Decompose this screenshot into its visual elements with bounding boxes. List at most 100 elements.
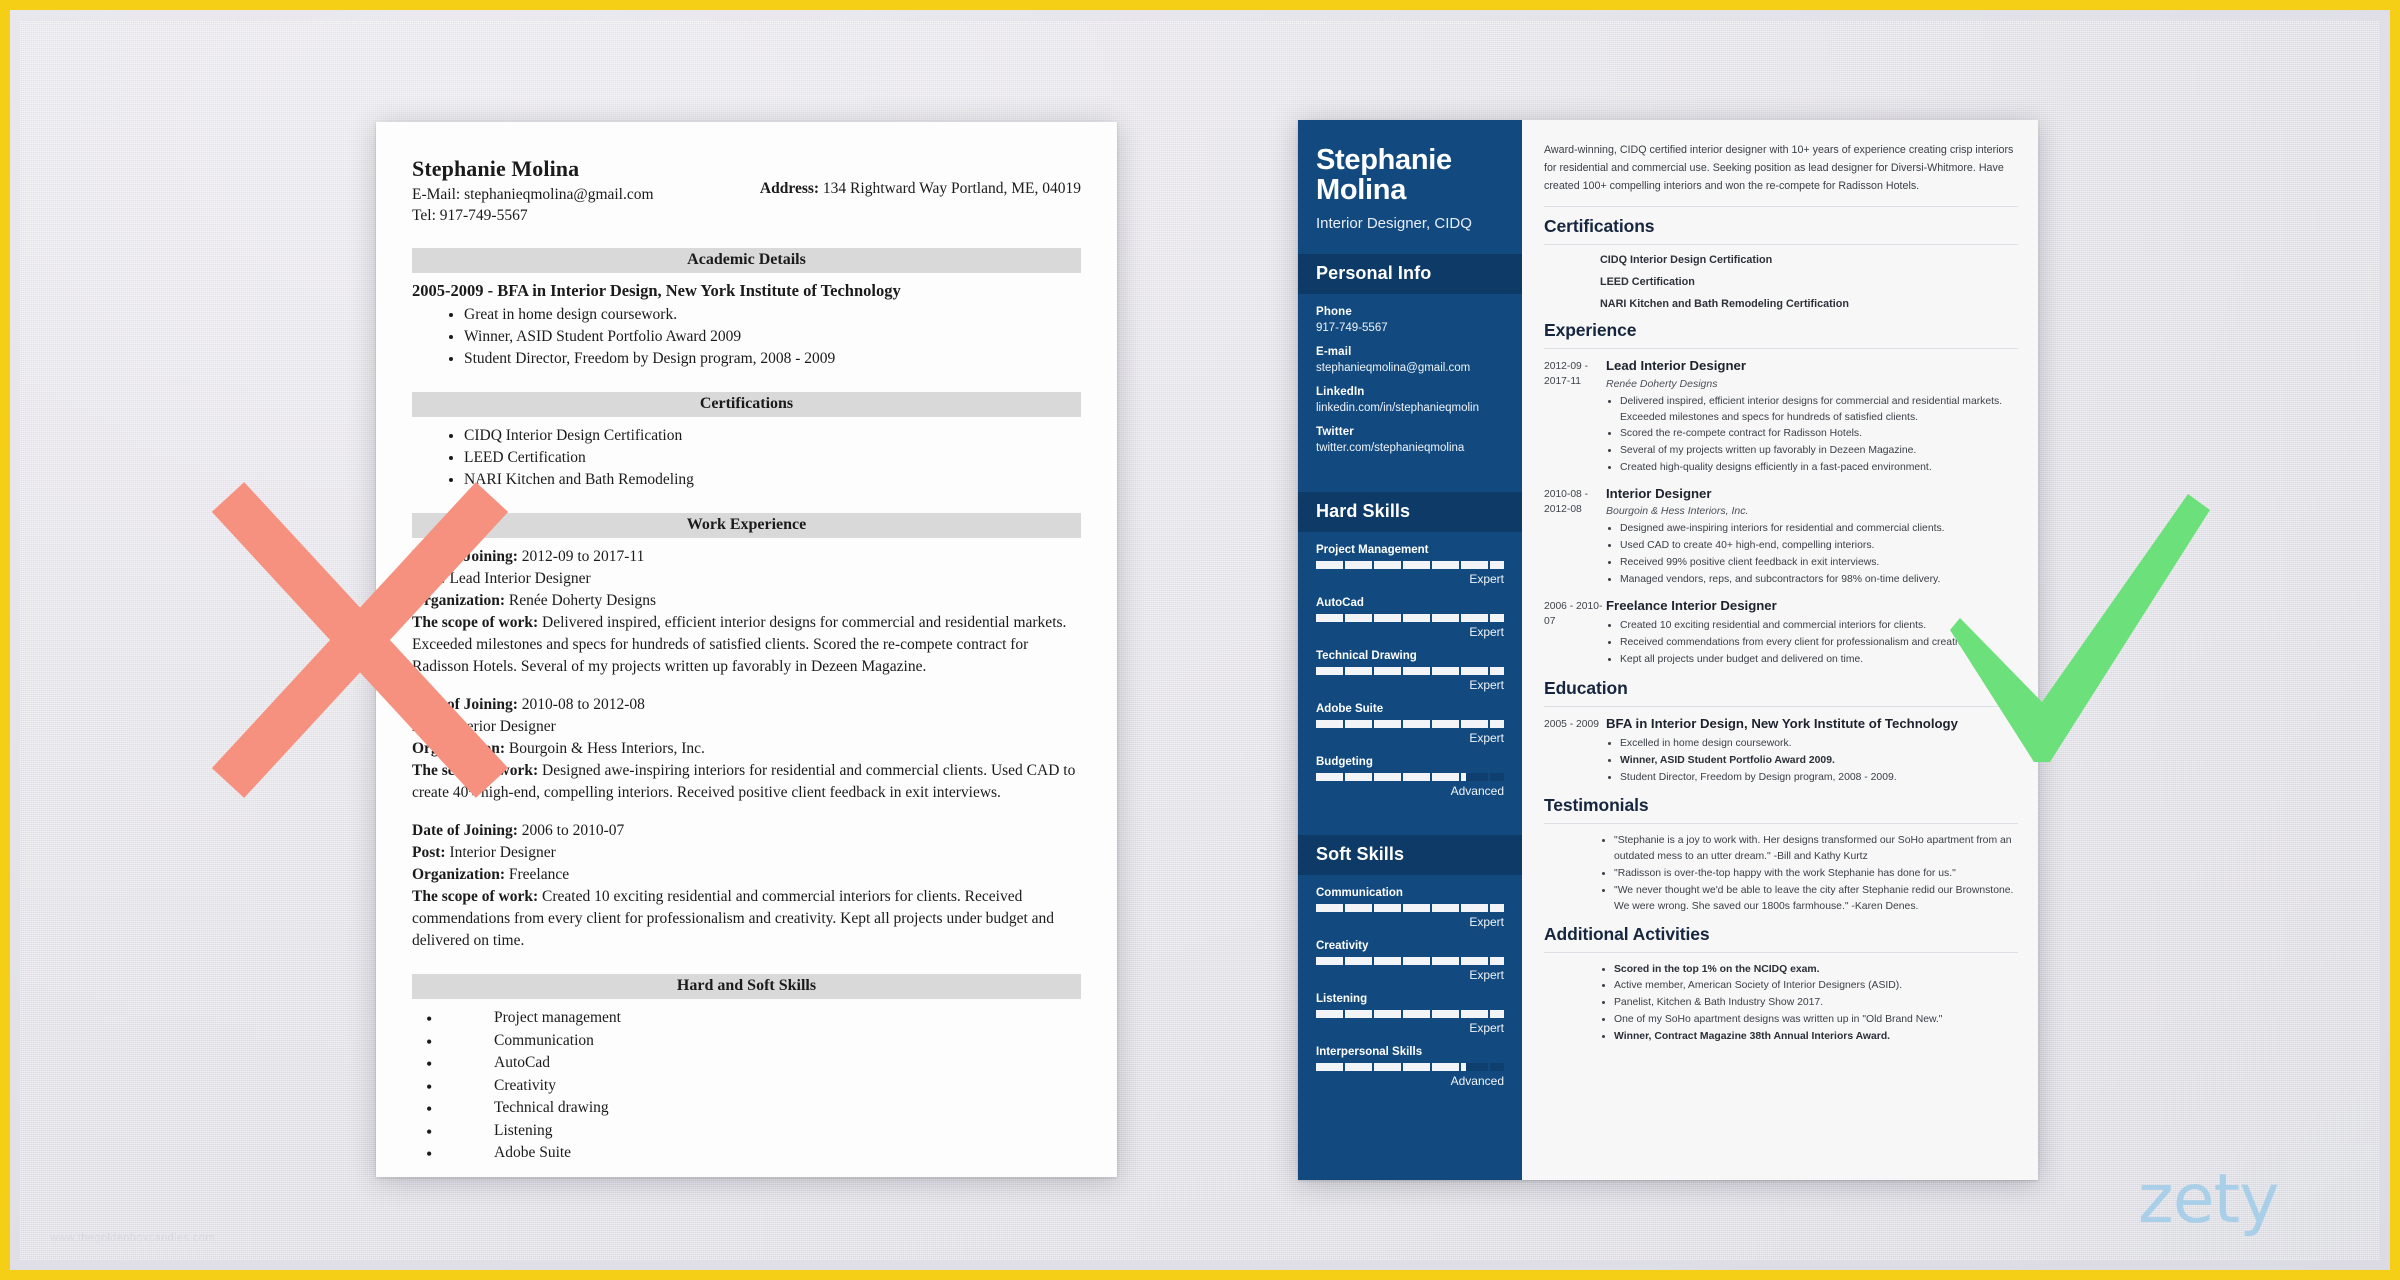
left-degree-line: 2005-2009 - BFA in Interior Design, New … bbox=[412, 281, 901, 301]
resume-main-column: Award-winning, CIDQ certified interior d… bbox=[1522, 120, 2038, 1180]
skill-fill bbox=[1316, 1009, 1504, 1018]
skill-bar-row: Interpersonal Skills Advanced bbox=[1316, 1046, 1504, 1088]
right-job-title: Interior Designer, CIDQ bbox=[1316, 214, 1472, 232]
screenshot-frame: Stephanie Molina E-Mail: stephanieqmolin… bbox=[0, 0, 2400, 1280]
contact-field: Twitter twitter.com/stephanieqmolina bbox=[1316, 426, 1504, 454]
left-address-value: 134 Rightward Way Portland, ME, 04019 bbox=[822, 180, 1081, 197]
section-header-experience: Experience bbox=[1544, 320, 1637, 341]
list-item: Scored in the top 1% on the NCIDQ exam. bbox=[1614, 962, 2018, 978]
divider bbox=[1544, 348, 2018, 350]
right-name-line1: Stephanie bbox=[1316, 144, 1452, 176]
skill-name: Adobe Suite bbox=[1316, 702, 1384, 715]
list-item: CIDQ Interior Design Certification bbox=[1600, 254, 1773, 267]
field-value[interactable]: twitter.com/stephanieqmolina bbox=[1316, 442, 1504, 454]
left-candidate-name: Stephanie Molina bbox=[412, 156, 580, 181]
bad-resume-document[interactable]: Stephanie Molina E-Mail: stephanieqmolin… bbox=[376, 122, 1117, 1177]
zety-logo: zety bbox=[2138, 1160, 2279, 1239]
entry-title: Interior Designer bbox=[1606, 485, 1712, 501]
list-item: Panelist, Kitchen & Bath Industry Show 2… bbox=[1614, 995, 2018, 1011]
experience-entry: 2006 - 2010-07 Freelance Interior Design… bbox=[1544, 598, 2018, 669]
field-value[interactable]: linkedin.com/in/stephanieqmolin bbox=[1316, 402, 1504, 414]
label-post: Post: bbox=[412, 844, 446, 862]
professional-summary: Award-winning, CIDQ certified interior d… bbox=[1544, 144, 2014, 192]
skill-track bbox=[1316, 1009, 1504, 1018]
field-value: 917-749-5567 bbox=[1316, 321, 1388, 334]
skill-level: Expert bbox=[1469, 730, 1504, 745]
list-item: "We never thought we'd be able to leave … bbox=[1614, 883, 2018, 915]
skill-level: Expert bbox=[1469, 571, 1504, 586]
section-header-additional-activities: Additional Activities bbox=[1544, 923, 1710, 944]
left-job-entry: Date of Joining: 2012-09 to 2017-11 Post… bbox=[412, 546, 1081, 678]
left-phone: Tel: 917-749-5567 bbox=[412, 206, 528, 224]
entry-date: 2012-09 - 2017-11 bbox=[1544, 361, 1589, 388]
skill-level: Expert bbox=[1469, 967, 1504, 982]
list-item: Winner, ASID Student Portfolio Award 200… bbox=[464, 326, 1081, 348]
list-item: "Radisson is over-the-top happy with the… bbox=[1614, 866, 2018, 882]
divider bbox=[1544, 206, 2018, 208]
skill-level: Expert bbox=[1469, 624, 1504, 639]
entry-bullets: Delivered inspired, efficient interior d… bbox=[1606, 394, 2018, 476]
list-item: Communication bbox=[426, 1029, 1081, 1056]
skill-fill bbox=[1316, 1062, 1467, 1071]
divider bbox=[1544, 951, 2018, 953]
field-label: Phone bbox=[1316, 305, 1352, 318]
section-header-education: Education bbox=[1544, 677, 1628, 698]
skill-fill bbox=[1316, 719, 1504, 728]
section-header-testimonials: Testimonials bbox=[1544, 795, 1649, 816]
left-job-org: Freelance bbox=[508, 866, 570, 884]
left-job-post: Interior Designer bbox=[449, 718, 556, 736]
label-scope: The scope of work: bbox=[412, 888, 539, 906]
list-item: Received 99% positive client feedback in… bbox=[1620, 555, 2018, 571]
field-label: LinkedIn bbox=[1316, 385, 1365, 398]
divider bbox=[1544, 705, 2018, 707]
left-address: Address: 134 Rightward Way Portland, ME,… bbox=[760, 156, 1081, 198]
left-job-org: Renée Doherty Designs bbox=[508, 592, 657, 610]
skill-level: Expert bbox=[1469, 914, 1504, 929]
entry-title: Freelance Interior Designer bbox=[1606, 597, 1777, 613]
label-org: Organization: bbox=[412, 866, 505, 884]
list-item: "Stephanie is a joy to work with. Her de… bbox=[1614, 833, 2018, 865]
left-contact-block: Stephanie Molina E-Mail: stephanieqmolin… bbox=[412, 156, 654, 226]
skill-fill bbox=[1316, 560, 1504, 569]
list-item: Kept all projects under budget and deliv… bbox=[1620, 652, 2018, 668]
left-certification-bullets: CIDQ Interior Design Certification LEED … bbox=[412, 425, 1081, 491]
resume-sidebar: Stephanie Molina Interior Designer, CIDQ… bbox=[1298, 120, 1522, 1180]
list-item: Delivered inspired, efficient interior d… bbox=[1620, 394, 2018, 426]
left-job-entry: Date of Joining: 2006 to 2010-07 Post: I… bbox=[412, 820, 1081, 952]
skill-track bbox=[1316, 1062, 1504, 1071]
divider bbox=[1544, 823, 2018, 825]
left-academic-bullets: Great in home design coursework. Winner,… bbox=[412, 304, 1081, 370]
section-header-certifications: Certifications bbox=[1544, 216, 1655, 237]
list-item: CIDQ Interior Design Certification bbox=[464, 425, 1081, 447]
skill-fill bbox=[1316, 956, 1504, 965]
list-item: NARI Kitchen and Bath Remodeling Certifi… bbox=[1600, 298, 1849, 311]
skill-track bbox=[1316, 719, 1504, 728]
skill-bar-row: Listening Expert bbox=[1316, 993, 1504, 1035]
label-scope: The scope of work: bbox=[412, 614, 539, 632]
skill-bar-row: Project Management Expert bbox=[1316, 544, 1504, 586]
label-post: Post: bbox=[412, 718, 446, 736]
field-label: E-mail bbox=[1316, 345, 1352, 358]
skill-bar-row: AutoCad Expert bbox=[1316, 597, 1504, 639]
contact-field: E-mail stephanieqmolina@gmail.com bbox=[1316, 346, 1504, 374]
good-resume-document[interactable]: Stephanie Molina Interior Designer, CIDQ… bbox=[1298, 120, 2038, 1180]
personal-info-fields: Phone 917-749-5567 E-mail stephanieqmoli… bbox=[1298, 294, 1522, 470]
list-item: AutoCad bbox=[426, 1051, 1081, 1078]
list-item: Technical drawing bbox=[426, 1096, 1081, 1123]
skill-fill bbox=[1316, 666, 1504, 675]
list-item-strong: Winner, ASID Student Portfolio Award 200… bbox=[1620, 754, 1835, 766]
skill-track bbox=[1316, 560, 1504, 569]
list-item: One of my SoHo apartment designs was wri… bbox=[1614, 1012, 2018, 1028]
left-job-entry: Date of Joining: 2010-08 to 2012-08 Post… bbox=[412, 694, 1081, 804]
list-item: Scored the re-compete contract for Radis… bbox=[1620, 426, 2018, 442]
list-item: Created high-quality designs efficiently… bbox=[1620, 460, 2018, 476]
skill-name: Listening bbox=[1316, 992, 1368, 1005]
label-date: Date of Joining: bbox=[412, 696, 518, 714]
contact-field: LinkedIn linkedin.com/in/stephanieqmolin bbox=[1316, 386, 1504, 414]
skill-level: Advanced bbox=[1450, 783, 1504, 798]
left-section-header-work: Work Experience bbox=[412, 513, 1081, 539]
left-job-date: 2006 to 2010-07 bbox=[521, 822, 625, 840]
list-item: Creativity bbox=[426, 1074, 1081, 1101]
skill-track bbox=[1316, 666, 1504, 675]
entry-date: 2010-08 - 2012-08 bbox=[1544, 488, 1589, 515]
